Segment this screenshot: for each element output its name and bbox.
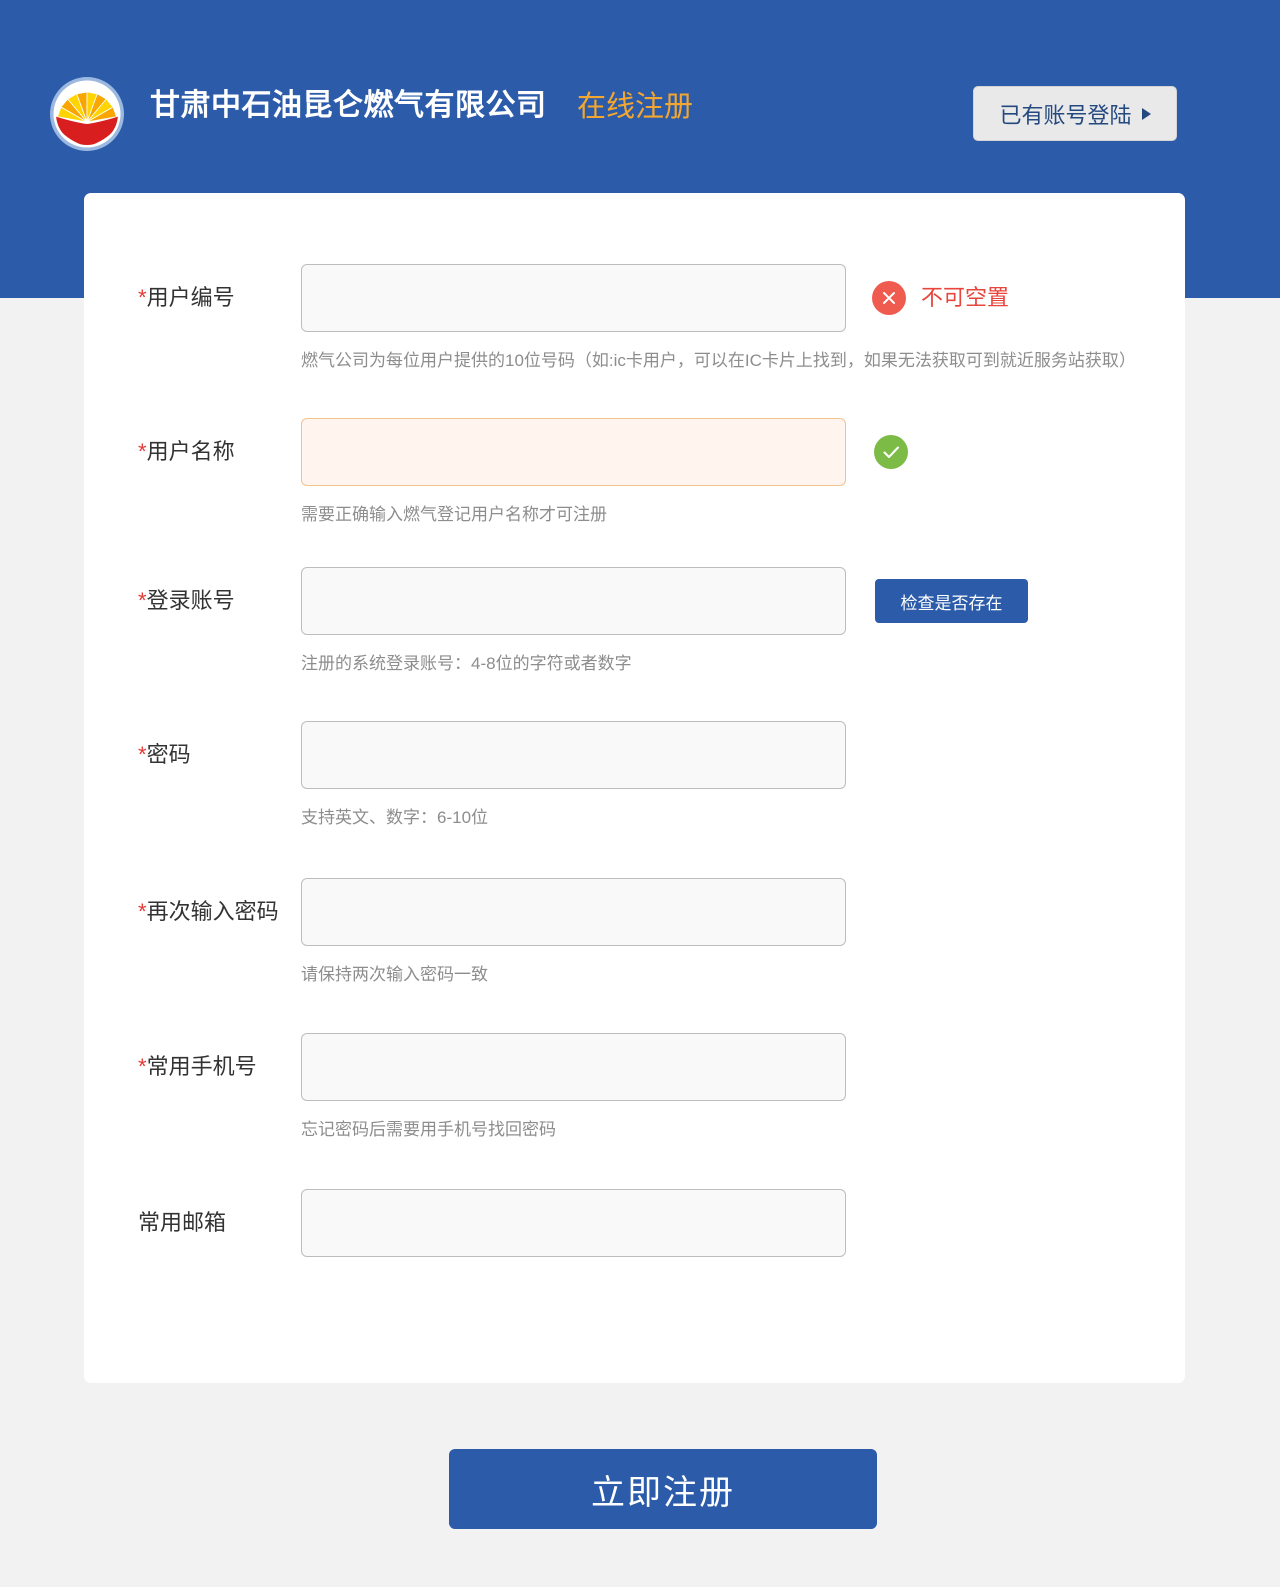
success-icon-svg	[874, 435, 908, 469]
field-hint: 忘记密码后需要用手机号找回密码	[301, 1120, 556, 1139]
logo-svg	[50, 77, 124, 151]
required-mark: *	[138, 285, 147, 310]
login-link-button[interactable]: 已有账号登陆	[973, 86, 1177, 141]
confirm-password-input[interactable]	[301, 878, 846, 946]
required-mark: *	[138, 899, 147, 924]
email-input[interactable]	[301, 1189, 846, 1257]
login-link-label: 已有账号登陆	[999, 102, 1132, 128]
form-row-login-account: *登录账号 检查是否存在 注册的系统登录账号：4-8位的字符或者数字	[84, 567, 1185, 687]
user-number-input[interactable]	[301, 264, 846, 332]
success-icon	[874, 435, 908, 469]
required-mark: *	[138, 439, 147, 464]
field-hint: 注册的系统登录账号：4-8位的字符或者数字	[301, 654, 632, 673]
required-mark: *	[138, 742, 147, 767]
field-hint: 需要正确输入燃气登记用户名称才可注册	[301, 505, 607, 524]
form-row-password: *密码 支持英文、数字：6-10位	[84, 721, 1185, 841]
field-label-text: 常用邮箱	[138, 1210, 227, 1235]
field-label: *用户编号	[138, 281, 235, 315]
company-name: 甘肃中石油昆仑燃气有限公司	[150, 89, 547, 122]
form-row-user-number: *用户编号 不可空置 燃气公司为每位用户提供的10位号码（如:ic卡用户，可以在…	[84, 264, 1185, 384]
error-message: 不可空置	[921, 285, 1010, 310]
field-label: *登录账号	[138, 584, 235, 618]
user-name-input[interactable]	[301, 418, 846, 486]
caret-right-icon	[1141, 107, 1151, 120]
field-label-text: 密码	[146, 742, 191, 767]
field-label: *常用手机号	[138, 1050, 257, 1084]
field-label-text: 用户名称	[146, 439, 235, 464]
check-exists-button[interactable]: 检查是否存在	[875, 579, 1028, 623]
required-mark: *	[138, 588, 147, 613]
phone-input[interactable]	[301, 1033, 846, 1101]
field-label-text: 用户编号	[146, 285, 235, 310]
field-label: *再次输入密码	[138, 895, 279, 929]
petrochina-logo-icon	[49, 76, 125, 152]
form-row-user-name: *用户名称 需要正确输入燃气登记用户名称才可注册	[84, 418, 1185, 538]
field-label-text: 登录账号	[146, 588, 235, 613]
field-hint: 支持英文、数字：6-10位	[301, 808, 489, 827]
login-account-input[interactable]	[301, 567, 846, 635]
field-label: *用户名称	[138, 435, 235, 469]
required-mark: *	[138, 1054, 147, 1079]
success-icon-circle	[874, 435, 908, 469]
register-submit-button[interactable]: 立即注册	[449, 1449, 877, 1529]
field-label: 常用邮箱	[138, 1206, 226, 1240]
field-label: *密码	[138, 738, 191, 772]
field-label-text: 再次输入密码	[146, 899, 279, 924]
field-hint: 燃气公司为每位用户提供的10位号码（如:ic卡用户，可以在IC卡片上找到，如果无…	[301, 351, 1136, 370]
form-row-phone: *常用手机号 忘记密码后需要用手机号找回密码	[84, 1033, 1185, 1153]
registration-form-card: *用户编号 不可空置 燃气公司为每位用户提供的10位号码（如:ic卡用户，可以在…	[84, 193, 1185, 1383]
error-icon	[871, 280, 907, 316]
form-row-email: 常用邮箱	[84, 1189, 1185, 1309]
field-label-text: 常用手机号	[146, 1054, 257, 1079]
password-input[interactable]	[301, 721, 846, 789]
page-title: 在线注册	[577, 91, 694, 123]
field-hint: 请保持两次输入密码一致	[301, 965, 488, 984]
form-row-confirm-password: *再次输入密码 请保持两次输入密码一致	[84, 878, 1185, 998]
error-icon-svg	[872, 281, 906, 315]
